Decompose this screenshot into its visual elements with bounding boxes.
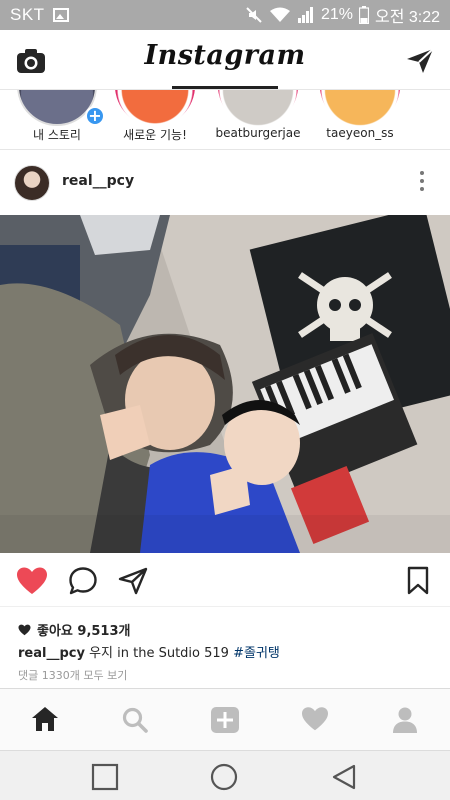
back-icon[interactable] xyxy=(330,763,358,791)
image-notification-icon xyxy=(52,8,69,22)
bookmark-icon[interactable] xyxy=(406,566,430,596)
post-actions xyxy=(0,553,450,607)
story-label: beatburgerjae xyxy=(215,126,301,140)
direct-message-icon[interactable] xyxy=(406,48,434,74)
stories-tray: + 내 스토리 새로운 기능! beatburgerjae taeyeon_ss xyxy=(0,90,450,150)
system-home-icon[interactable] xyxy=(210,763,238,791)
system-navigation-bar xyxy=(0,750,450,800)
heart-filled-icon[interactable] xyxy=(16,566,48,596)
photo-illustration xyxy=(0,215,450,553)
story-avatar xyxy=(115,90,195,126)
story-label: taeyeon_ss xyxy=(326,126,394,140)
story-avatar xyxy=(17,90,97,126)
mute-icon xyxy=(246,7,262,23)
story-label: 새로운 기능! xyxy=(123,128,187,142)
story-avatar xyxy=(320,90,400,126)
activity-heart-icon[interactable] xyxy=(301,706,329,732)
clock: 오전 3:22 xyxy=(374,9,440,26)
battery-icon xyxy=(358,6,369,24)
logo-underline xyxy=(172,86,278,89)
post-photo[interactable] xyxy=(0,215,450,553)
battery-percent: 21% xyxy=(320,6,353,23)
home-icon[interactable] xyxy=(31,706,59,732)
carrier-name: SKT xyxy=(10,5,45,24)
add-post-icon[interactable] xyxy=(210,706,240,734)
status-bar: SKT 21% 오전 3:22 xyxy=(0,0,450,30)
app-header: Instagram xyxy=(0,30,450,90)
heart-small-icon xyxy=(18,624,31,635)
profile-icon[interactable] xyxy=(392,706,418,734)
caption-hashtag[interactable]: #졸귀탱 xyxy=(233,646,280,661)
add-story-icon[interactable]: + xyxy=(85,106,105,126)
likes-text: 좋아요 9,513개 xyxy=(37,624,131,639)
caption-text: 우지 in the Sutdio 519 xyxy=(89,646,229,661)
signal-icon xyxy=(297,7,313,23)
more-options-icon[interactable] xyxy=(420,171,426,195)
instagram-logo: Instagram xyxy=(144,40,306,71)
post-caption: real__pcy 우지 in the Sutdio 519 #졸귀탱 xyxy=(18,642,438,661)
share-icon[interactable] xyxy=(118,566,148,596)
status-right: 21% 오전 3:22 xyxy=(245,3,440,27)
post-header: real__pcy xyxy=(0,151,450,215)
post-avatar[interactable] xyxy=(14,165,50,201)
wifi-icon xyxy=(269,7,290,22)
view-all-comments-link[interactable]: 댓글 1330개 모두 보기 xyxy=(18,667,127,683)
caption-username[interactable]: real__pcy xyxy=(18,646,85,661)
comment-icon[interactable] xyxy=(68,566,98,596)
post-username[interactable]: real__pcy xyxy=(62,173,134,189)
story-avatar xyxy=(218,90,298,126)
likes-count[interactable]: 좋아요 9,513개 xyxy=(18,620,131,639)
recent-apps-icon[interactable] xyxy=(91,763,119,791)
bottom-navigation xyxy=(0,688,450,750)
search-icon[interactable] xyxy=(121,706,149,734)
story-label: 내 스토리 xyxy=(33,128,81,142)
